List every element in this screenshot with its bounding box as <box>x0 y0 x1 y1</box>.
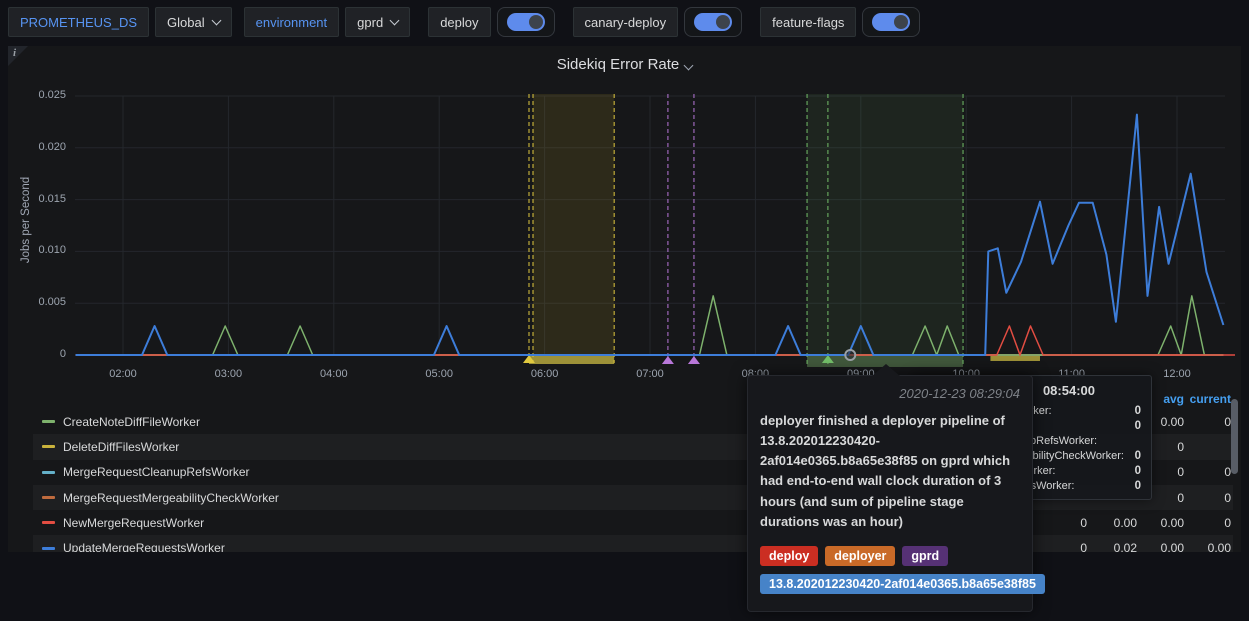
toggle-on-pill <box>872 13 910 31</box>
feature-flags-toggle-label: feature-flags <box>760 7 856 37</box>
legend-current-value: 0 <box>1171 415 1231 429</box>
legend-series-name[interactable]: CreateNoteDiffFileWorker <box>63 415 200 429</box>
series-color-swatch <box>42 521 55 524</box>
hover-series-value: 0 <box>1135 420 1141 432</box>
hover-series-value: 0 <box>1135 465 1141 477</box>
hover-series-value: 0 <box>1135 405 1141 417</box>
annotation-tag[interactable]: gprd <box>902 546 948 566</box>
dashboard-controls-bar: PROMETHEUS_DS Global environment gprd de… <box>0 0 1249 44</box>
chevron-down-icon <box>390 15 400 25</box>
legend-series-name[interactable]: UpdateMergeRequestsWorker <box>63 541 225 552</box>
series-color-swatch <box>42 471 55 474</box>
legend-row: NewMergeRequestWorker00.000.000 <box>33 510 1233 535</box>
annotation-tooltip: 2020-12-23 08:29:04 deployer finished a … <box>747 375 1033 612</box>
annotation-timestamp: 2020-12-23 08:29:04 <box>748 376 1032 407</box>
annotation-tag[interactable]: deployer <box>825 546 895 566</box>
legend-current-value: 0.00 <box>1171 541 1231 552</box>
canary-deploy-toggle[interactable] <box>684 7 742 37</box>
legend-series-name[interactable]: MergeRequestMergeabilityCheckWorker <box>63 491 279 505</box>
tooltip-arrow <box>872 364 900 376</box>
legend-row: UpdateMergeRequestsWorker00.020.000.00 <box>33 535 1233 552</box>
datasource-value: Global <box>167 15 205 30</box>
annotation-tags: deploy deployer gprd <box>748 538 1032 566</box>
series-color-swatch <box>42 420 55 423</box>
annotation-text: deployer finished a deployer pipeline of… <box>748 407 1032 538</box>
datasource-label[interactable]: PROMETHEUS_DS <box>8 7 149 37</box>
legend-current-value: 0 <box>1171 491 1231 505</box>
series-color-swatch <box>42 496 55 499</box>
release-tag[interactable]: 13.8.202012230420-2af014e0365.b8a65e38f8… <box>760 574 1045 594</box>
toggle-knob <box>529 15 543 29</box>
feature-flags-toggle[interactable] <box>862 7 920 37</box>
legend-series-name[interactable]: DeleteDiffFilesWorker <box>63 440 179 454</box>
toggle-on-pill <box>507 13 545 31</box>
legend-current-value: 0 <box>1171 465 1231 479</box>
legend-series-name[interactable]: NewMergeRequestWorker <box>63 516 204 530</box>
hover-series-value: 0 <box>1135 480 1141 492</box>
deploy-toggle-label: deploy <box>428 7 490 37</box>
deploy-toggle[interactable] <box>497 7 555 37</box>
datasource-dropdown[interactable]: Global <box>155 7 232 37</box>
toggle-knob <box>894 15 908 29</box>
series-color-swatch <box>42 547 55 550</box>
legend-series-name[interactable]: MergeRequestCleanupRefsWorker <box>63 465 250 479</box>
hover-series-value: 0 <box>1135 450 1141 462</box>
chevron-down-icon <box>211 15 221 25</box>
toggle-on-pill <box>694 13 732 31</box>
environment-label[interactable]: environment <box>244 7 340 37</box>
environment-value: gprd <box>357 15 383 30</box>
legend-current-value: 0 <box>1171 516 1231 530</box>
environment-dropdown[interactable]: gprd <box>345 7 410 37</box>
series-color-swatch <box>42 445 55 448</box>
annotation-tag[interactable]: deploy <box>760 546 818 566</box>
canary-deploy-toggle-label: canary-deploy <box>573 7 679 37</box>
legend-scrollbar[interactable] <box>1231 399 1238 474</box>
legend-sort-current[interactable]: current <box>1171 392 1231 406</box>
toggle-knob <box>716 15 730 29</box>
